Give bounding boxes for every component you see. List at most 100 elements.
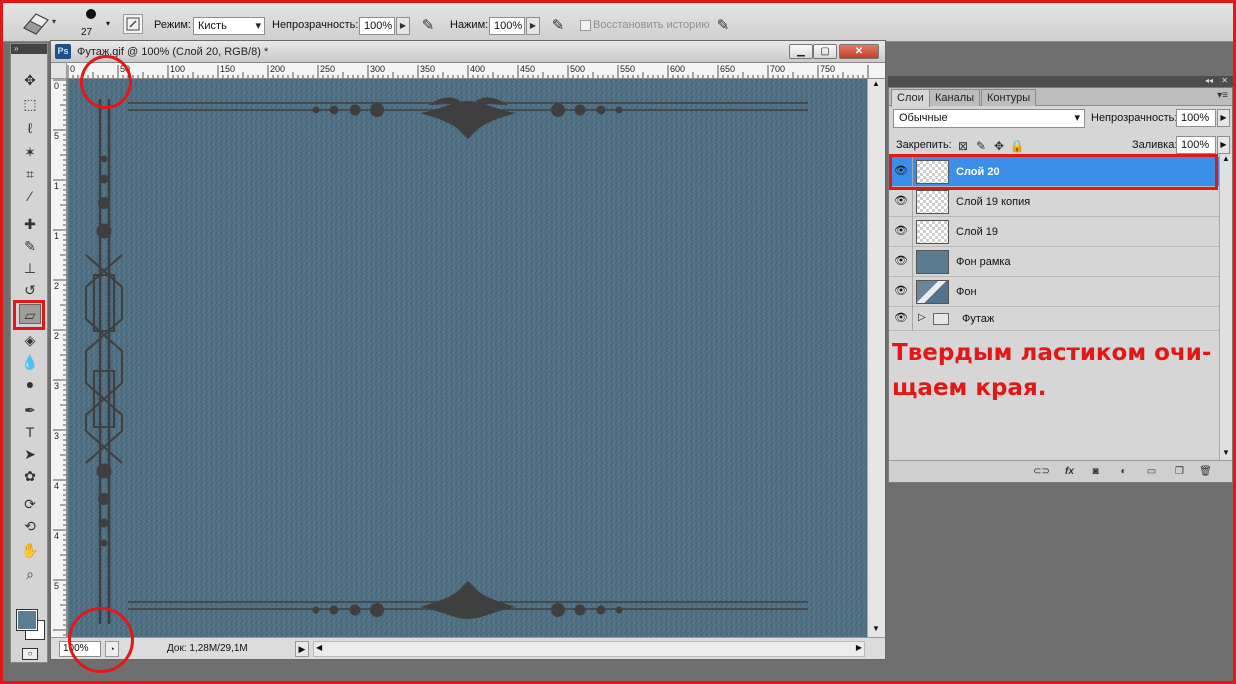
layer-opacity-value: 100% xyxy=(1181,112,1210,124)
layer-group-futazh[interactable]: 👁 ▷ Футаж xyxy=(889,307,1219,331)
paint-bucket-tool-icon[interactable]: ◈ xyxy=(19,330,41,350)
move-tool-icon[interactable]: ✥ xyxy=(19,70,41,90)
brush-tool-icon[interactable]: ✎ xyxy=(19,236,41,256)
lock-all-icon[interactable]: 🔒 xyxy=(1009,138,1025,154)
3d-rotate-tool-icon[interactable]: ⟳ xyxy=(19,494,41,514)
scroll-down-icon[interactable]: ▼ xyxy=(872,624,880,633)
lock-image-icon[interactable]: ✎ xyxy=(973,138,989,154)
panel-menu-icon[interactable]: ▾≡ xyxy=(1217,90,1228,101)
vertical-scrollbar[interactable]: ▲ ▼ xyxy=(867,79,885,637)
vertical-ruler-ticks: 0 5 1 1 2 2 3 3 4 4 5 xyxy=(53,79,66,636)
horizontal-ruler[interactable]: 0 50 100 150 200 250 300 350 400 450 500 550 600 650 7… xyxy=(67,63,885,79)
3d-orbit-tool-icon[interactable]: ⟲ xyxy=(19,516,41,536)
layer-opacity-slider-button[interactable]: ▶ xyxy=(1217,109,1230,127)
flow-slider-button[interactable]: ▶ xyxy=(526,17,540,35)
airbrush-icon[interactable]: ✎ xyxy=(548,16,568,36)
panel-dock-header[interactable]: ◂◂ ✕ xyxy=(888,76,1233,87)
close-panel-icon[interactable]: ✕ xyxy=(1221,76,1228,85)
maximize-button[interactable]: ▢ xyxy=(813,44,837,59)
path-selection-tool-icon[interactable]: ➤ xyxy=(19,444,41,464)
flow-input[interactable]: 100% xyxy=(489,17,525,35)
color-swatches[interactable] xyxy=(15,606,45,642)
layer-row-fon-ramka[interactable]: 👁 Фон рамка xyxy=(889,247,1219,277)
scroll-up-icon[interactable]: ▲ xyxy=(872,79,880,88)
eye-icon[interactable]: 👁 xyxy=(893,253,909,269)
erase-history-label: Восстановить историю xyxy=(593,19,710,31)
scroll-right-icon[interactable]: ▶ xyxy=(856,643,862,652)
pen-tool-icon[interactable]: ✒ xyxy=(19,400,41,420)
foreground-color[interactable] xyxy=(16,609,38,631)
eye-icon[interactable]: 👁 xyxy=(893,193,909,209)
new-group-icon[interactable]: ▭ xyxy=(1143,464,1160,479)
minimize-button[interactable]: ▁ xyxy=(789,44,813,59)
vertical-ruler[interactable]: 0 5 1 1 2 2 3 3 4 4 5 xyxy=(51,79,67,637)
layer-thumbnail xyxy=(916,220,949,244)
clone-stamp-tool-icon[interactable]: ⊥ xyxy=(19,258,41,278)
status-options-icon[interactable]: ◔ xyxy=(105,641,119,657)
marquee-tool-icon[interactable]: ⬚ xyxy=(19,94,41,114)
layer-opacity-input[interactable]: 100% xyxy=(1176,109,1216,127)
fill-input[interactable]: 100% xyxy=(1176,136,1216,154)
tools-panel: » ✥ ⬚ ℓ ✶ ⌗ ⁄ ✚ ✎ ⊥ ↺ ▱ ◈ 💧 ● ✒ T ➤ ✿ ⟳ … xyxy=(10,43,48,663)
scroll-left-icon[interactable]: ◀ xyxy=(316,643,322,652)
adjustment-layer-icon[interactable]: ◐ xyxy=(1115,464,1132,479)
close-button[interactable]: ✕ xyxy=(839,44,879,59)
lasso-tool-icon[interactable]: ℓ xyxy=(19,118,41,138)
eyedropper-tool-icon[interactable]: ⁄ xyxy=(19,186,41,206)
mode-select[interactable]: Кисть xyxy=(193,17,265,35)
layer-style-icon[interactable]: fx xyxy=(1061,464,1078,479)
zoom-tool-icon[interactable]: ⌕ xyxy=(19,564,41,584)
tab-paths[interactable]: Контуры xyxy=(981,89,1037,106)
ruler-label: 5 xyxy=(54,131,59,141)
tab-channels[interactable]: Каналы xyxy=(929,89,981,106)
opacity-input[interactable]: 100% xyxy=(359,17,395,35)
blend-mode-select[interactable]: Обычные xyxy=(893,109,1085,128)
delete-layer-icon[interactable]: 🗑 xyxy=(1197,464,1214,479)
lock-transparency-icon[interactable]: ⊠ xyxy=(955,138,971,154)
lock-position-icon[interactable]: ✥ xyxy=(991,138,1007,154)
crop-tool-icon[interactable]: ⌗ xyxy=(19,164,41,184)
collapse-panel-icon[interactable]: ◂◂ xyxy=(1205,76,1213,85)
pressure-size-icon[interactable]: ✎ xyxy=(713,16,733,36)
link-layers-icon[interactable]: ⊂⊃ xyxy=(1033,464,1050,479)
magic-wand-tool-icon[interactable]: ✶ xyxy=(19,142,41,162)
canvas-area[interactable] xyxy=(67,79,867,637)
ruler-origin[interactable] xyxy=(51,63,67,79)
tab-layers[interactable]: Слои xyxy=(891,89,930,107)
dodge-tool-icon[interactable]: ● xyxy=(19,374,41,394)
hand-tool-icon[interactable]: ✋ xyxy=(19,540,41,560)
new-layer-icon[interactable]: ❐ xyxy=(1171,464,1188,479)
history-brush-tool-icon[interactable]: ↺ xyxy=(19,280,41,300)
opacity-slider-button[interactable]: ▶ xyxy=(396,17,410,35)
shape-tool-icon[interactable]: ✿ xyxy=(19,466,41,486)
group-expand-icon[interactable]: ▷ xyxy=(918,312,926,323)
add-mask-icon[interactable]: ◙ xyxy=(1087,464,1104,479)
type-tool-icon[interactable]: T xyxy=(19,422,41,442)
ornament-dot xyxy=(574,604,586,616)
status-menu-button[interactable]: ▶ xyxy=(295,641,309,657)
scroll-down-icon[interactable]: ▼ xyxy=(1222,448,1230,457)
pressure-opacity-icon[interactable]: ✎ xyxy=(418,16,438,36)
layer-row-sloy-19-kopiya[interactable]: 👁 Слой 19 копия xyxy=(889,187,1219,217)
brush-preset-picker[interactable]: 27 ▾ xyxy=(78,7,118,39)
horizontal-scrollbar[interactable]: ◀ ▶ xyxy=(313,641,865,657)
erase-history-checkbox[interactable] xyxy=(580,20,591,31)
tools-panel-collapse[interactable]: » xyxy=(11,44,47,54)
eye-icon[interactable]: 👁 xyxy=(893,283,909,299)
zoom-input[interactable]: 100% xyxy=(59,641,101,657)
brush-panel-toggle[interactable] xyxy=(123,14,143,34)
eye-icon[interactable]: 👁 xyxy=(893,310,909,326)
quick-mask-icon[interactable]: ○ xyxy=(22,648,38,660)
scroll-up-icon[interactable]: ▲ xyxy=(1222,154,1230,163)
tool-preset-picker[interactable]: ▾ xyxy=(18,8,62,36)
image-canvas[interactable] xyxy=(68,79,867,637)
eye-icon[interactable]: 👁 xyxy=(893,223,909,239)
document-titlebar[interactable]: Ps Футаж.gif @ 100% (Слой 20, RGB/8) * ▁… xyxy=(51,41,885,63)
fill-slider-button[interactable]: ▶ xyxy=(1217,136,1230,154)
layer-row-sloy-19[interactable]: 👁 Слой 19 xyxy=(889,217,1219,247)
layer-name: Фон рамка xyxy=(956,256,1011,268)
blur-tool-icon[interactable]: 💧 xyxy=(19,352,41,372)
healing-brush-tool-icon[interactable]: ✚ xyxy=(19,214,41,234)
layer-row-fon[interactable]: 👁 Фон xyxy=(889,277,1219,307)
layers-scrollbar[interactable]: ▲ ▼ xyxy=(1219,154,1232,460)
